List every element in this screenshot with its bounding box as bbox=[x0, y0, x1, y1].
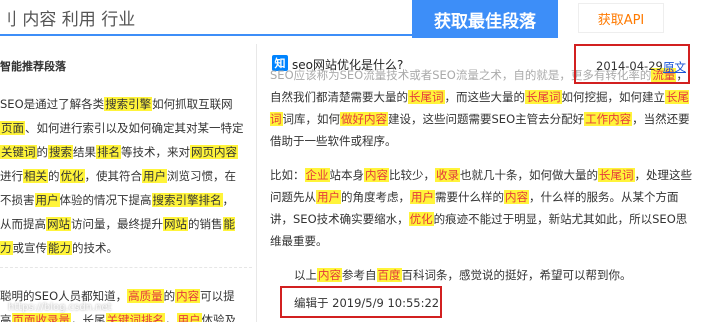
keyword-highlight: 优化 bbox=[59, 169, 85, 183]
article-paragraph: 比如：企业站本身内容比较少，收录也就几十条，如何做大量的长尾词，处理这些问题先从… bbox=[270, 164, 694, 252]
text-segment: 进行 bbox=[0, 169, 23, 183]
keyword-highlight: 高质量 bbox=[127, 289, 164, 303]
keyword-highlight: 搜索引擎 bbox=[104, 97, 153, 111]
text-segment: ，而这些大量的 bbox=[444, 90, 526, 104]
keyword-highlight: 网站 bbox=[46, 217, 71, 231]
text-segment: 参考自 bbox=[342, 268, 377, 282]
keyword-highlight: 企业 bbox=[304, 168, 330, 182]
text-segment: 聪明的SEO人员都知道， bbox=[0, 289, 128, 303]
text-segment: 等技术，来对 bbox=[121, 145, 190, 159]
text-segment: 以上 bbox=[294, 268, 317, 282]
panel-splitter[interactable] bbox=[256, 44, 257, 322]
keyword-highlight: 用户 bbox=[316, 190, 341, 204]
text-segment: 或宣传 bbox=[12, 241, 48, 255]
text-segment: 、如何进行索引以及如何确定其对某一特定 bbox=[25, 121, 244, 135]
text-segment: 百科词条，感觉说的挺好，希望可以帮到你。 bbox=[401, 268, 632, 282]
keyword-highlight: 页面 bbox=[0, 121, 25, 135]
edit-label: 编辑于 bbox=[294, 296, 329, 310]
keyword-highlight: 百度 bbox=[376, 268, 402, 282]
keyword-highlight: 关键词排名 bbox=[105, 313, 165, 322]
keyword-highlight: 用户 bbox=[34, 193, 60, 207]
keyword-highlight: 内容 bbox=[504, 190, 529, 204]
top-bar: 获取最佳段落 获取API bbox=[0, 0, 701, 38]
article-date: 2014-04-29 bbox=[596, 59, 663, 73]
keyword-highlight: 内容 bbox=[364, 168, 389, 182]
keyword-highlight: 收录 bbox=[435, 168, 460, 182]
text-segment: 比较少， bbox=[389, 168, 435, 182]
keyword-highlight: 搜索 bbox=[48, 145, 73, 159]
text-segment: 的角度考虑， bbox=[341, 190, 410, 204]
keyword-highlight: 内容 bbox=[317, 268, 342, 282]
text-segment: 的技术。 bbox=[72, 241, 118, 255]
text-segment: 如何抓取互联网 bbox=[152, 97, 233, 111]
recommend-title: 智能推荐段落 bbox=[0, 60, 66, 73]
text-segment: ，使其符合 bbox=[84, 169, 143, 183]
text-segment: 也就几十条，如何做大量的 bbox=[460, 168, 598, 182]
keyword-highlight: 相关 bbox=[23, 169, 48, 183]
keyword-highlight: 能力 bbox=[47, 241, 72, 255]
text-segment: 比如： bbox=[270, 168, 305, 182]
keyword-highlight: 排名 bbox=[96, 145, 121, 159]
keyword-highlight: 关键词 bbox=[0, 145, 37, 159]
source-link[interactable]: 原文 bbox=[663, 59, 686, 75]
text-segment: 如何挖掘，如何建立 bbox=[561, 90, 666, 104]
text-segment: 体验的情况下提高 bbox=[59, 193, 152, 207]
keyword-highlight: 长尾词 bbox=[525, 90, 562, 104]
keyword-highlight: 工作内容 bbox=[584, 112, 633, 126]
article-paragraph: 以上内容参考自百度百科词条，感觉说的挺好，希望可以帮到你。 bbox=[270, 264, 694, 286]
article-panel: 知 seo网站优化是什么? SEO应该称为SEO流量技术或者SEO流量之术，自的… bbox=[262, 44, 701, 322]
text-segment: 需要什么样的 bbox=[435, 190, 504, 204]
keyword-highlight: 用户 bbox=[176, 313, 202, 322]
text-segment: 的 bbox=[48, 169, 60, 183]
keyword-highlight: 搜索引擎排名 bbox=[151, 193, 223, 207]
divider bbox=[0, 267, 252, 268]
keyword-highlight: 长尾词 bbox=[598, 168, 635, 182]
keyword-highlight: 页面收录量 bbox=[11, 313, 71, 322]
text-segment: 体验及 bbox=[201, 313, 237, 322]
text-segment: 访问量，最终提升 bbox=[71, 217, 163, 231]
text-segment: 结果 bbox=[73, 145, 96, 159]
keyword-highlight: 内容 bbox=[175, 289, 201, 303]
keyword-highlight: 网站 bbox=[163, 217, 188, 231]
get-best-paragraph-button[interactable]: 获取最佳段落 bbox=[412, 0, 558, 38]
text-segment: ，长尾 bbox=[71, 313, 106, 322]
watermark: https://blog.csdn.net bbox=[8, 302, 112, 313]
text-segment: 站本身 bbox=[329, 168, 365, 182]
get-api-button[interactable]: 获取API bbox=[578, 3, 664, 33]
edit-time-box: 编辑于 2019/5/9 10:55:22 bbox=[280, 286, 442, 318]
edit-timestamp: 2019/5/9 10:55:22 bbox=[332, 296, 440, 310]
text-segment: 词库，如何 bbox=[282, 112, 341, 126]
keyword-highlight: 做好内容 bbox=[340, 112, 388, 126]
keyword-highlight: 网页内容 bbox=[190, 145, 238, 159]
text-segment: SEO是通过了解各类 bbox=[0, 97, 105, 111]
text-segment: 的 bbox=[163, 289, 176, 303]
text-segment: 的销售 bbox=[188, 217, 223, 231]
keyword-highlight: 优化 bbox=[408, 212, 434, 226]
text-segment: 建设，这些问题需要SEO主管去分配好 bbox=[388, 112, 585, 126]
recommend-paragraph[interactable]: SEO是通过了解各类搜索引擎如何抓取互联网页面、如何进行索引以及如何确定其对某一… bbox=[0, 92, 245, 260]
text-segment: 的 bbox=[36, 145, 49, 159]
keyword-highlight: 用户 bbox=[410, 190, 435, 204]
recommend-panel: 智能推荐段落 SEO是通过了解各类搜索引擎如何抓取互联网页面、如何进行索引以及如… bbox=[0, 44, 252, 322]
article-meta-box: 2014-04-29 原文 bbox=[574, 44, 690, 84]
text-segment: ， bbox=[165, 313, 177, 322]
keyword-highlight: 用户 bbox=[142, 169, 167, 183]
keyword-highlight: 长尾词 bbox=[408, 90, 445, 104]
search-input[interactable] bbox=[0, 0, 412, 36]
edit-time: 编辑于 2019/5/9 10:55:22 bbox=[294, 295, 439, 311]
